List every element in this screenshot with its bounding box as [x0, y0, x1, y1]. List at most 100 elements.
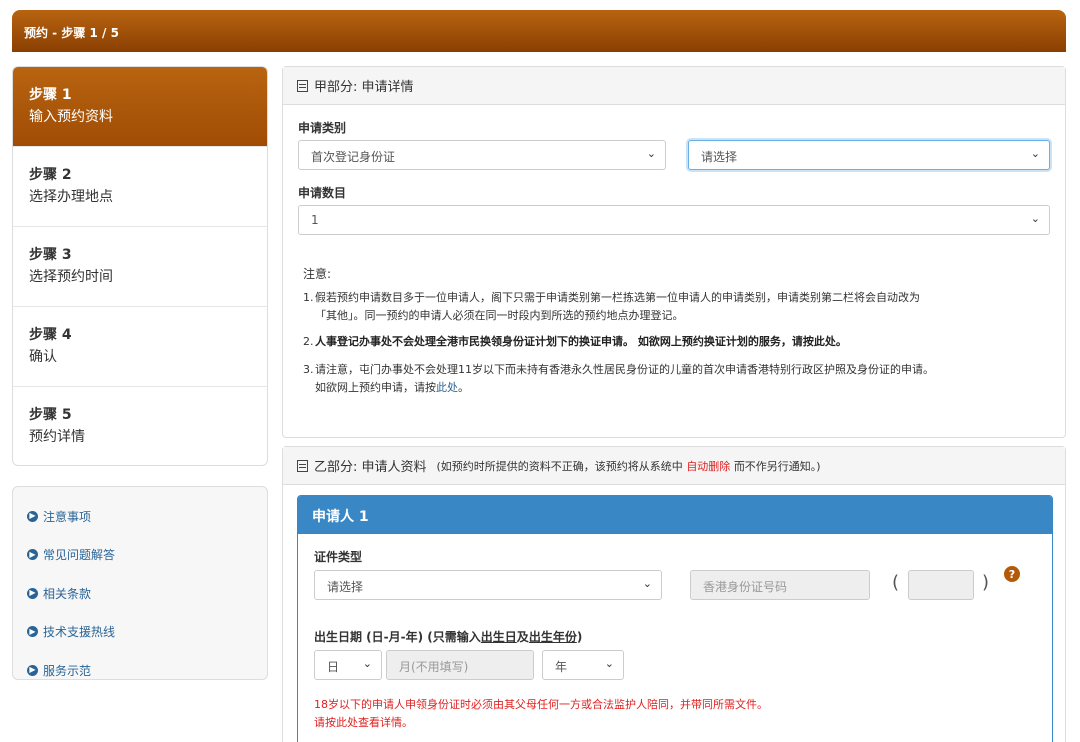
- step-number: 步骤 3: [29, 247, 72, 263]
- step-name: 确认: [29, 349, 57, 365]
- paren-close: ): [982, 572, 990, 593]
- link-terms[interactable]: ▶ 相关条款: [27, 574, 253, 613]
- dob-label-year: 出生年份: [528, 630, 577, 644]
- note-text: 如欲网上预约申请，请按: [315, 381, 436, 394]
- help-links: ▶ 注意事项 ▶ 常见问题解答 ▶ 相关条款 ▶ 技术支援热线 ▶ 服务示范: [12, 486, 268, 680]
- arrow-right-icon: ▶: [27, 510, 38, 522]
- part-a-header: 甲部分: 申请详情: [283, 67, 1065, 105]
- link-demo[interactable]: ▶ 服务示范: [27, 651, 253, 690]
- note-2: 2. 人事登记办事处不会处理全港市民换领身份证计划下的换证申请。 如欲网上预约换证…: [303, 333, 1053, 351]
- page-header: 预约 - 步骤 1 / 5: [12, 10, 1066, 52]
- doc-type-select-value: 请选择: [327, 580, 364, 594]
- doc-type-label: 证件类型: [314, 550, 363, 564]
- note-2-link[interactable]: 此处: [814, 335, 836, 348]
- category-select-value: 首次登记身份证: [311, 150, 396, 164]
- chevron-down-icon: ⌄: [1030, 212, 1040, 225]
- note-number: 3.: [303, 363, 314, 376]
- category-second-select[interactable]: 请选择 ⌄: [688, 140, 1050, 170]
- notes-title: 注意:: [303, 267, 332, 281]
- dob-year-value: 年: [555, 660, 568, 674]
- dob-label-text: 及: [516, 630, 529, 644]
- link-support-hotline[interactable]: ▶ 技术支援热线: [27, 613, 253, 652]
- part-a-panel: 甲部分: 申请详情 申请类别 首次登记身份证 ⌄ 请选择 ⌄ 申请数目 1 ⌄ …: [282, 66, 1066, 438]
- age-warning-link[interactable]: 请按此处查看详情。: [314, 716, 413, 729]
- age-warning-text: 18岁以下的申请人申领身份证时必须由其父母任何一方或合法监护人陪同，并带同所需文…: [314, 698, 768, 711]
- arrow-right-icon: ▶: [27, 549, 38, 561]
- part-b-panel: 乙部分: 申请人资料 (如预约时所提供的资料不正确，该预约将从系统中 自动删除 …: [282, 446, 1066, 742]
- link-notes[interactable]: ▶ 注意事项: [27, 497, 253, 536]
- note-3-link[interactable]: 此处: [436, 381, 458, 394]
- step-name: 预约详情: [29, 429, 85, 445]
- dob-day-value: 日: [327, 660, 340, 674]
- doc-type-select[interactable]: 请选择 ⌄: [314, 570, 662, 600]
- arrow-right-icon: ▶: [27, 626, 38, 638]
- link-label: 技术支援热线: [43, 625, 116, 640]
- chevron-down-icon: ⌄: [642, 577, 652, 590]
- step-item-1: 步骤 1 输入预约资料: [13, 67, 267, 147]
- category-label: 申请类别: [298, 121, 347, 135]
- note-text: 。: [458, 381, 469, 394]
- step-nav: 步骤 1 输入预约资料 步骤 2 选择办理地点 步骤 3 选择预约时间 步骤 4…: [12, 66, 268, 466]
- link-label: 常见问题解答: [43, 548, 116, 563]
- category-select[interactable]: 首次登记身份证 ⌄: [298, 140, 666, 170]
- note-text: 人事登记办事处不会处理全港市民换领身份证计划下的换证申请。 如欲网上预约换证计划…: [315, 335, 814, 348]
- arrow-right-icon: ▶: [27, 664, 38, 676]
- chevron-down-icon: ⌄: [604, 657, 614, 670]
- step-item-3: 步骤 3 选择预约时间: [13, 227, 267, 307]
- chevron-down-icon: ⌄: [646, 147, 656, 160]
- link-faq[interactable]: ▶ 常见问题解答: [27, 536, 253, 575]
- hkid-placeholder: 香港身份证号码: [703, 580, 788, 594]
- count-label: 申请数目: [298, 186, 347, 200]
- hkid-number-input[interactable]: 香港身份证号码: [690, 570, 870, 600]
- document-icon: [297, 459, 308, 472]
- step-number: 步骤 4: [29, 327, 72, 343]
- dob-year-select[interactable]: 年 ⌄: [542, 650, 624, 680]
- count-select-value: 1: [311, 213, 319, 227]
- part-b-header: 乙部分: 申请人资料 (如预约时所提供的资料不正确，该预约将从系统中 自动删除 …: [283, 447, 1065, 485]
- dob-label-day: 出生日: [480, 630, 517, 644]
- applicant-title: 申请人 1: [298, 496, 1052, 534]
- note-3: 3. 请注意，屯门办事处不会处理11岁以下而未持有香港永久性居民身份证的儿童的首次…: [303, 361, 1053, 397]
- help-glyph: ?: [1008, 567, 1016, 581]
- note-text: 请注意，屯门办事处不会处理11岁以下而未持有香港永久性居民身份证的儿童的首次申请…: [315, 363, 934, 376]
- applicant-card: 申请人 1 证件类型 请选择 ⌄ 香港身份证号码 ( ) ? 出生日期 (日-月…: [297, 495, 1053, 742]
- document-icon: [297, 79, 308, 92]
- step-number: 步骤 5: [29, 407, 72, 423]
- dob-month-placeholder: 月(不用填写): [399, 660, 469, 674]
- step-item-5: 步骤 5 预约详情: [13, 387, 267, 465]
- step-item-4: 步骤 4 确认: [13, 307, 267, 387]
- chevron-down-icon: ⌄: [362, 657, 372, 670]
- part-b-subtitle: (如预约时所提供的资料不正确，该预约将从系统中 自动删除 而不作另行通知。): [437, 458, 821, 474]
- page-title: 预约 - 步骤 1 / 5: [24, 26, 119, 40]
- chevron-down-icon: ⌄: [1030, 147, 1040, 160]
- subtitle-text: (如预约时所提供的资料不正确，该预约将从系统中: [436, 459, 683, 473]
- step-name: 输入预约资料: [29, 109, 113, 125]
- link-label: 服务示范: [43, 663, 92, 678]
- count-select[interactable]: 1 ⌄: [298, 205, 1050, 235]
- note-text: 。: [835, 335, 847, 348]
- part-b-title: 乙部分: 申请人资料: [314, 460, 427, 475]
- step-number: 步骤 1: [29, 87, 72, 103]
- subtitle-text: 而不作另行通知。): [733, 459, 821, 473]
- dob-label-text: ): [576, 630, 583, 644]
- category-second-select-value: 请选择: [701, 150, 738, 164]
- dob-label: 出生日期 (日-月-年) (只需输入出生日及出生年份): [314, 628, 582, 645]
- age-warning: 18岁以下的申请人申领身份证时必须由其父母任何一方或合法监护人陪同，并带同所需文…: [314, 696, 768, 732]
- note-number: 2.: [303, 335, 314, 348]
- step-number: 步骤 2: [29, 167, 72, 183]
- link-label: 相关条款: [43, 586, 92, 601]
- note-text: 假若预约申请数目多于一位申请人，阁下只需于申请类别第一栏拣选第一位申请人的申请类…: [315, 291, 920, 304]
- step-name: 选择预约时间: [29, 269, 113, 285]
- dob-day-select[interactable]: 日 ⌄: [314, 650, 382, 680]
- help-icon[interactable]: ?: [1004, 566, 1020, 582]
- link-label: 注意事项: [43, 509, 92, 524]
- dob-label-text: 出生日期 (日-月-年) (只需输入: [314, 630, 481, 644]
- subtitle-warning: 自动删除: [686, 459, 731, 473]
- check-digit-input[interactable]: [908, 570, 974, 600]
- step-item-2: 步骤 2 选择办理地点: [13, 147, 267, 227]
- arrow-right-icon: ▶: [27, 587, 38, 599]
- note-1: 1. 假若预约申请数目多于一位申请人，阁下只需于申请类别第一栏拣选第一位申请人的申…: [303, 289, 1053, 325]
- note-number: 1.: [303, 291, 314, 304]
- dob-month-input[interactable]: 月(不用填写): [386, 650, 534, 680]
- step-name: 选择办理地点: [29, 189, 113, 205]
